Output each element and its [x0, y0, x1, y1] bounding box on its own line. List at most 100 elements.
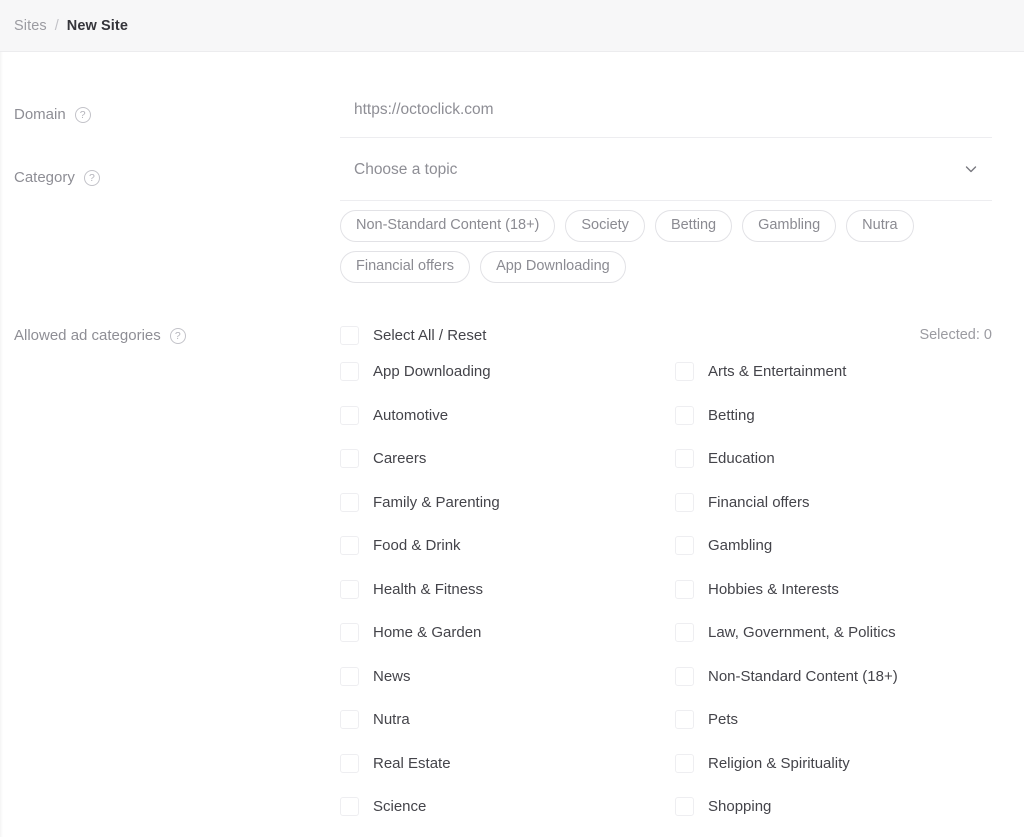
checkbox-ad-category[interactable]: App Downloading: [340, 350, 675, 394]
checkbox-ad-category[interactable]: Non-Standard Content (18+): [675, 655, 992, 699]
checkbox-ad-category[interactable]: Family & Parenting: [340, 481, 675, 525]
breadcrumb-separator: /: [54, 17, 59, 34]
checkbox-label: Non-Standard Content (18+): [708, 667, 898, 685]
checkbox-box[interactable]: [675, 405, 694, 425]
domain-field-wrap: [340, 92, 992, 138]
checkbox-box[interactable]: [340, 362, 359, 382]
category-pill[interactable]: Nutra: [846, 210, 914, 242]
checkbox-box[interactable]: [675, 710, 694, 730]
checkbox-box[interactable]: [340, 492, 359, 512]
checkbox-ad-category[interactable]: Home & Garden: [340, 611, 675, 655]
checkbox-box[interactable]: [340, 797, 359, 817]
category-select-value: Choose a topic: [354, 161, 458, 178]
breadcrumb-current-new-site: New Site: [66, 17, 129, 34]
checkbox-label: Food & Drink: [373, 537, 461, 555]
checkbox-label: Education: [708, 450, 775, 468]
new-site-page: Sites / New Site Domain ? Category ? Cho…: [0, 0, 1024, 837]
checkbox-ad-category[interactable]: Hobbies & Interests: [675, 568, 992, 612]
checkbox-label: Nutra: [373, 711, 410, 729]
checkbox-box[interactable]: [675, 666, 694, 686]
select-all-label: Select All / Reset: [373, 326, 487, 344]
checkbox-ad-category[interactable]: Religion & Spirituality: [675, 742, 992, 786]
checkbox-box[interactable]: [340, 449, 359, 469]
checkbox-ad-category[interactable]: Nutra: [340, 698, 675, 742]
checkbox-ad-category[interactable]: Health & Fitness: [340, 568, 675, 612]
category-pill[interactable]: Gambling: [742, 210, 837, 242]
domain-label-group: Domain ?: [14, 106, 91, 123]
checkbox-label: Home & Garden: [373, 624, 482, 642]
checkbox-label: Careers: [373, 450, 427, 468]
checkbox-ad-category[interactable]: Careers: [340, 437, 675, 481]
category-pill[interactable]: Financial offers: [340, 251, 471, 283]
checkbox-label: Shopping: [708, 798, 772, 816]
checkbox-ad-category[interactable]: Law, Government, & Politics: [675, 611, 992, 655]
selected-count-label: Selected: 0: [919, 327, 992, 343]
checkbox-label: Family & Parenting: [373, 493, 500, 511]
checkbox-label: Financial offers: [708, 493, 810, 511]
checkbox-ad-category[interactable]: Automotive: [340, 394, 675, 438]
checkbox-ad-category[interactable]: Arts & Entertainment: [675, 350, 992, 394]
checkbox-label: Religion & Spirituality: [708, 754, 850, 772]
checkbox-ad-category[interactable]: Shopping: [675, 785, 992, 829]
chevron-down-icon[interactable]: [964, 162, 978, 176]
category-pill[interactable]: Non-Standard Content (18+): [340, 210, 556, 242]
checkbox-ad-category[interactable]: Gambling: [675, 524, 992, 568]
ad-categories-checkbox-grid: App Downloading Arts & Entertainment Autom…: [340, 350, 992, 829]
breadcrumb-bar: Sites / New Site: [0, 0, 1024, 52]
checkbox-box[interactable]: [340, 666, 359, 686]
checkbox-box[interactable]: [340, 710, 359, 730]
checkbox-label: Pets: [708, 711, 739, 729]
checkbox-label: Law, Government, & Politics: [708, 624, 896, 642]
checkbox-box[interactable]: [340, 405, 359, 425]
checkbox-box[interactable]: [675, 623, 694, 643]
category-suggestion-list: Non-Standard Content (18+) Society Betting…: [340, 210, 1000, 283]
checkbox-box[interactable]: [675, 362, 694, 382]
checkbox-ad-category[interactable]: Food & Drink: [340, 524, 675, 568]
checkbox-select-all[interactable]: Select All / Reset: [340, 320, 486, 350]
category-pill[interactable]: App Downloading: [480, 251, 626, 283]
checkbox-box[interactable]: [340, 623, 359, 643]
allowed-ad-categories-label: Allowed ad categories: [14, 327, 161, 344]
category-field-wrap: Choose a topic: [340, 155, 992, 201]
domain-input[interactable]: [340, 92, 992, 138]
checkbox-ad-category[interactable]: Science: [340, 785, 675, 829]
checkbox-box[interactable]: [340, 753, 359, 773]
category-suggestions: Non-Standard Content (18+) Society Betting…: [340, 210, 992, 283]
question-circle-icon[interactable]: ?: [169, 327, 186, 344]
checkbox-label: Health & Fitness: [373, 580, 484, 598]
checkbox-label: App Downloading: [373, 363, 491, 381]
category-label-group: Category ?: [14, 169, 100, 186]
question-circle-icon[interactable]: ?: [83, 169, 100, 186]
checkbox-box[interactable]: [675, 797, 694, 817]
checkbox-box[interactable]: [675, 449, 694, 469]
allowed-ad-categories-field-wrap: Select All / Reset Selected: 0 App Downl…: [340, 320, 992, 829]
checkbox-ad-category[interactable]: Education: [675, 437, 992, 481]
checkbox-label: Real Estate: [373, 754, 451, 772]
checkbox-ad-category[interactable]: Real Estate: [340, 742, 675, 786]
breadcrumb-link-sites[interactable]: Sites: [14, 18, 47, 34]
category-pill[interactable]: Betting: [654, 210, 733, 242]
category-select[interactable]: Choose a topic: [340, 155, 992, 201]
domain-label: Domain: [14, 106, 66, 123]
checkbox-box[interactable]: [675, 536, 694, 556]
checkbox-label: Science: [373, 798, 427, 816]
checkbox-box[interactable]: [340, 325, 359, 345]
checkbox-label: Arts & Entertainment: [708, 363, 847, 381]
category-label: Category: [14, 169, 75, 186]
question-circle-icon[interactable]: ?: [74, 106, 91, 123]
checkbox-label: Gambling: [708, 537, 773, 555]
checkbox-box[interactable]: [675, 579, 694, 599]
allowed-ad-categories-label-group: Allowed ad categories ?: [14, 327, 186, 344]
category-pill[interactable]: Society: [565, 210, 645, 242]
checkbox-label: Hobbies & Interests: [708, 580, 839, 598]
checkbox-ad-category[interactable]: Financial offers: [675, 481, 992, 525]
checkbox-label: Automotive: [373, 406, 449, 424]
checkbox-box[interactable]: [340, 536, 359, 556]
checkbox-ad-category[interactable]: Pets: [675, 698, 992, 742]
checkbox-ad-category[interactable]: News: [340, 655, 675, 699]
select-all-row: Select All / Reset Selected: 0: [340, 320, 992, 350]
checkbox-box[interactable]: [675, 492, 694, 512]
checkbox-box[interactable]: [340, 579, 359, 599]
checkbox-ad-category[interactable]: Betting: [675, 394, 992, 438]
checkbox-box[interactable]: [675, 753, 694, 773]
